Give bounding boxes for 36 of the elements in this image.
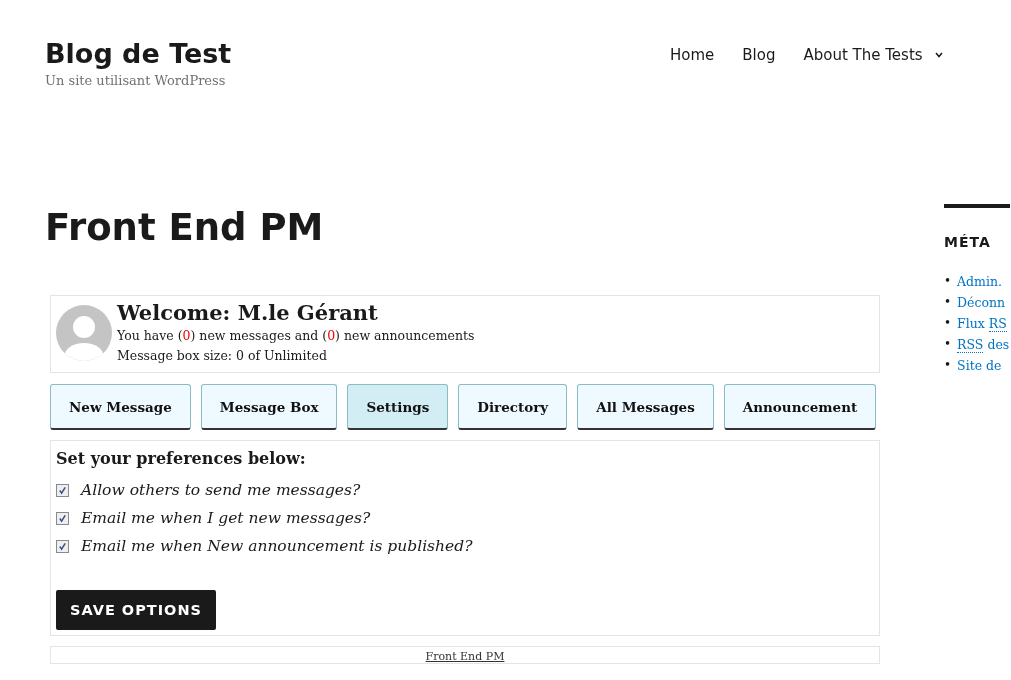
nav-link[interactable]: Blog xyxy=(742,46,776,64)
message-count-text: You have (0) new messages and (0) new announcements xyxy=(117,327,475,345)
footer-link[interactable]: Front End PM xyxy=(425,650,505,663)
bullet: • xyxy=(944,294,952,311)
checkbox[interactable] xyxy=(56,483,69,497)
nav-link[interactable]: Home xyxy=(670,46,715,64)
option-label: Allow others to send me messages? xyxy=(81,481,361,499)
sidebar-link[interactable]: Flux RS xyxy=(957,313,1007,334)
menu-tab[interactable]: New Message xyxy=(50,384,191,430)
sidebar-heading: MÉTA xyxy=(944,234,991,250)
bullet: • xyxy=(944,357,952,374)
menu-tab[interactable]: Message Box xyxy=(200,384,338,430)
save-options-button[interactable]: SAVE OPTIONS xyxy=(56,590,216,630)
box-size-text: Message box size: 0 of Unlimited xyxy=(117,347,328,365)
sidebar-link[interactable]: RSS des xyxy=(957,334,1010,355)
menu-tab[interactable]: Announcement xyxy=(723,384,877,430)
nav-link[interactable]: About The Tests xyxy=(803,46,943,64)
menu-tab[interactable]: Settings xyxy=(347,384,449,430)
welcome-title: Welcome: M.le Gérant xyxy=(117,300,379,326)
option-label: Email me when New announcement is published? xyxy=(81,537,473,555)
avatar-icon xyxy=(56,305,112,361)
menu-tab[interactable]: Directory xyxy=(458,384,568,430)
option-label: Email me when I get new messages? xyxy=(81,509,371,527)
site-tagline: Un site utilisant WordPress xyxy=(45,73,227,88)
settings-heading: Set your preferences below: xyxy=(56,449,307,468)
bullet: • xyxy=(944,315,952,332)
site-title[interactable]: Blog de Test xyxy=(45,38,232,69)
bullet: • xyxy=(944,273,952,290)
checkbox[interactable] xyxy=(56,511,69,525)
menu-tab[interactable]: All Messages xyxy=(577,384,714,430)
sidebar-link[interactable]: Site de xyxy=(957,355,1002,376)
sidebar-link[interactable]: Admin. xyxy=(957,271,1002,292)
bullet: • xyxy=(944,336,952,353)
checkbox[interactable] xyxy=(56,539,69,553)
sidebar-link[interactable]: Déconn xyxy=(957,292,1006,313)
page-title: Front End PM xyxy=(45,206,325,249)
